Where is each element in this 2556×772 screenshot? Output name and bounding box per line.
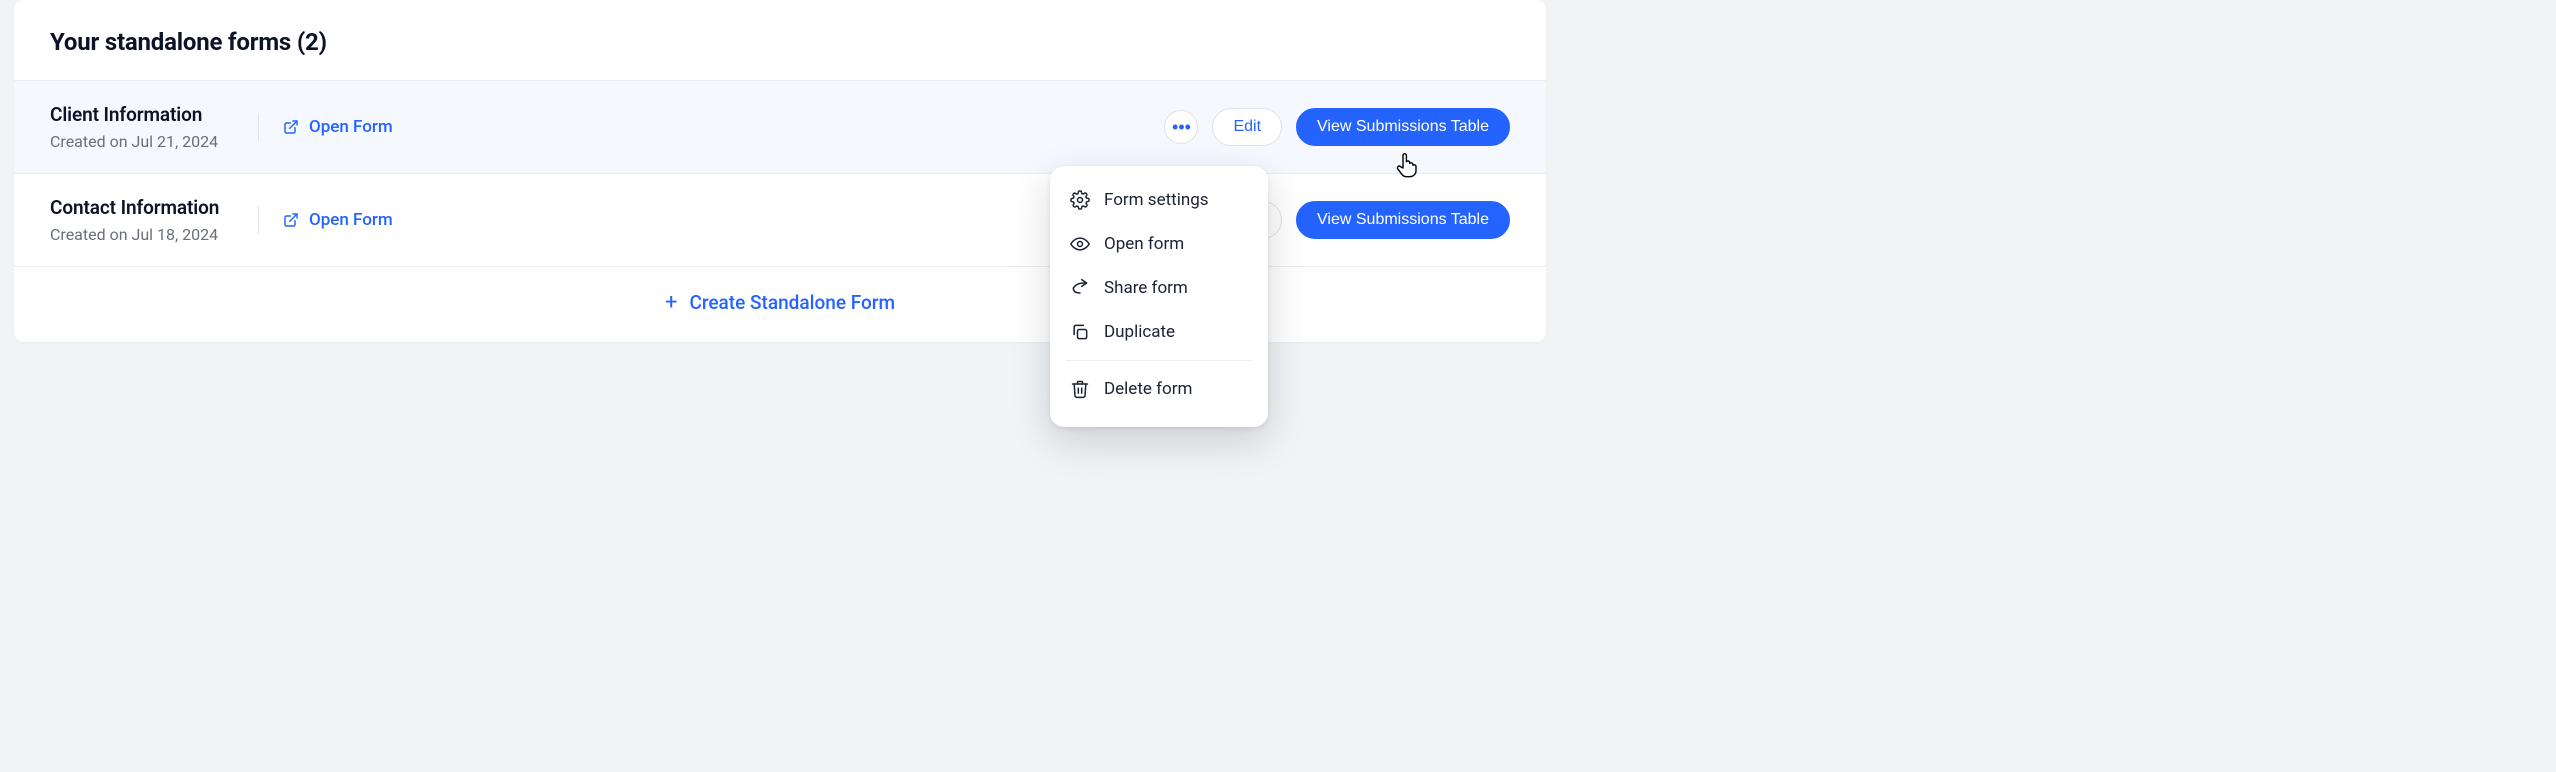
menu-label: Share form <box>1104 278 1188 298</box>
form-name: Contact Information <box>50 196 240 219</box>
gear-icon <box>1070 190 1090 210</box>
trash-icon <box>1070 379 1090 399</box>
external-link-icon <box>283 119 299 135</box>
forms-list: Client Information Created on Jul 21, 20… <box>14 80 1546 266</box>
external-link-icon <box>283 212 299 228</box>
more-actions-button[interactable]: ••• <box>1164 110 1198 144</box>
form-name: Client Information <box>50 103 240 126</box>
menu-label: Form settings <box>1104 190 1209 210</box>
create-form-button[interactable]: + Create Standalone Form <box>665 291 895 314</box>
menu-divider <box>1066 360 1252 361</box>
form-row-main: Contact Information Created on Jul 18, 2… <box>50 196 1164 244</box>
form-actions: ••• Edit View Submissions Table <box>1164 108 1510 145</box>
share-arrow-icon <box>1070 278 1090 298</box>
form-row-main: Client Information Created on Jul 21, 20… <box>50 103 1164 151</box>
plus-icon: + <box>665 292 677 314</box>
view-submissions-button[interactable]: View Submissions Table <box>1296 201 1510 238</box>
open-form-label: Open Form <box>309 117 393 137</box>
form-text: Client Information Created on Jul 21, 20… <box>50 103 240 151</box>
eye-icon <box>1070 234 1090 254</box>
form-row: Client Information Created on Jul 21, 20… <box>14 80 1546 173</box>
menu-label: Duplicate <box>1104 322 1175 342</box>
open-form-link[interactable]: Open Form <box>283 210 393 230</box>
copy-icon <box>1070 322 1090 342</box>
menu-label: Delete form <box>1104 379 1192 399</box>
divider <box>258 206 259 234</box>
card-header: Your standalone forms (2) <box>14 0 1546 80</box>
ellipsis-icon: ••• <box>1172 118 1191 136</box>
menu-form-settings[interactable]: Form settings <box>1066 178 1252 222</box>
view-submissions-button[interactable]: View Submissions Table <box>1296 108 1510 145</box>
divider <box>258 113 259 141</box>
footer: + Create Standalone Form <box>14 266 1546 342</box>
open-form-link[interactable]: Open Form <box>283 117 393 137</box>
page-title: Your standalone forms (2) <box>50 28 1510 56</box>
open-form-label: Open Form <box>309 210 393 230</box>
form-created-date: Created on Jul 21, 2024 <box>50 132 240 151</box>
menu-duplicate[interactable]: Duplicate <box>1066 310 1252 354</box>
form-created-date: Created on Jul 18, 2024 <box>50 225 240 244</box>
menu-label: Open form <box>1104 234 1184 254</box>
edit-button[interactable]: Edit <box>1212 108 1282 145</box>
form-text: Contact Information Created on Jul 18, 2… <box>50 196 240 244</box>
forms-card: Your standalone forms (2) Client Informa… <box>14 0 1546 342</box>
more-actions-menu: Form settings Open form Share form Dupli… <box>1050 166 1268 427</box>
create-form-label: Create Standalone Form <box>689 291 895 314</box>
menu-delete-form[interactable]: Delete form <box>1066 367 1252 411</box>
form-row: Contact Information Created on Jul 18, 2… <box>14 173 1546 266</box>
menu-share-form[interactable]: Share form <box>1066 266 1252 310</box>
menu-open-form[interactable]: Open form <box>1066 222 1252 266</box>
